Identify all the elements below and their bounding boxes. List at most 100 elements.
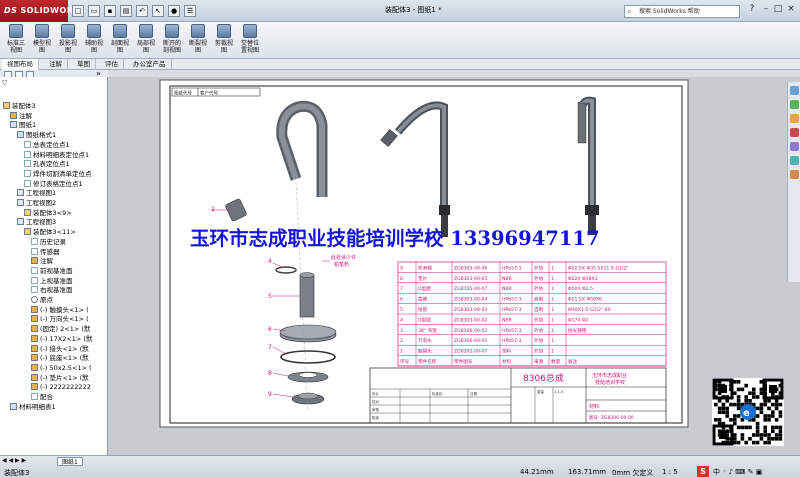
crop-view-icon [217,24,231,38]
sheet-tab[interactable]: 图纸1 [57,457,83,466]
custom-properties-icon[interactable] [790,170,799,179]
tree-item[interactable]: 图纸1 [10,120,36,130]
sheet-icon [17,131,24,139]
design-library-icon[interactable] [790,100,799,109]
select-icon[interactable]: ↖ [152,4,164,17]
appearances-icon[interactable] [790,156,799,165]
broken-out-section-button[interactable]: 断开的 剖视图 [160,24,184,57]
tree-item[interactable]: 孔表定位点1 [24,159,70,169]
help-icon[interactable]: ? [746,4,758,16]
break-view-button[interactable]: 断裂视 图 [186,24,210,57]
resources-icon[interactable] [790,86,799,95]
bom-cell: NBR [502,286,513,292]
tree-item[interactable]: 配合 [31,392,53,402]
bom-cell: HPb57-3 [502,307,522,313]
tree-item[interactable]: (固定) 2<1> (默 [31,324,90,334]
tree-item[interactable]: (-) 2222222222 [31,382,91,392]
detail-view-button[interactable]: 局部视 图 [134,24,158,57]
section-view-icon [113,24,127,38]
tree-item[interactable]: 材料明细表定位点1 [24,150,89,160]
search-task-icon[interactable] [790,128,799,137]
bom-cell: 万向头 [418,337,432,344]
tree-item-label: 焊件切割清单定位点 [33,169,92,178]
tree-item[interactable]: 总表定位点1 [24,140,70,150]
restore-icon[interactable]: □ [772,4,784,16]
bom-header-cell: 序号 [400,358,410,365]
tree-item-label: (-) 万向头<1> ( [40,315,89,324]
tree-item[interactable]: 右视基准面 [31,285,73,295]
ime-icon[interactable]: S [697,466,709,477]
tree-item[interactable]: 历史记录 [31,237,66,247]
tree-item[interactable]: 工程视图1 [17,188,56,198]
tree-item-label: 装配体3 [12,102,36,110]
print-icon[interactable]: ▤ [120,4,132,17]
bom-cell: HPb57-3 [502,328,522,334]
projected-view-button[interactable]: 投影视 图 [56,24,80,57]
tree-item[interactable]: (-) 底座<1> (默 [31,353,89,363]
tree-item[interactable]: 装配体3 [3,101,36,111]
tree-item[interactable]: 修订表格定位点1 [24,179,83,189]
tree-item-label: 孔表定位点1 [33,160,70,169]
tree-item[interactable]: 工程视图3 [17,217,56,227]
rebuild-icon[interactable]: ● [168,4,180,17]
bom-cell: 1 [551,265,554,271]
tray-icons[interactable]: 中 ◦ ♪ ⌨ ✎ ▣ [713,467,762,477]
tree-item[interactable]: 材料明细表1 [10,402,56,412]
tab-office-products[interactable]: 办公室产品 [128,59,172,70]
help-search-input[interactable]: ⌕ 搜索 SolidWorks 帮助 [624,5,740,18]
tree-item[interactable]: (-) 万向头<1> ( [31,314,89,324]
status-scale: 1 : 5 [662,468,678,476]
tree-item[interactable]: 图纸格式1 [17,130,56,140]
new-file-icon[interactable]: □ [72,4,84,17]
sheet-nav-arrows[interactable]: ◀ ◀ ▶ ▶ [2,457,26,464]
bom-cell: NBR [502,276,513,282]
balloon-9: 9 [268,391,272,398]
tree-item[interactable]: (-) 接头<1> (默 [31,344,89,354]
crop-view-button[interactable]: 剪裁视 图 [212,24,236,57]
alternate-position-view-button[interactable]: 交替位 置视图 [238,24,262,57]
tree-item-label: 右视基准面 [40,286,73,295]
save-icon[interactable]: ▪ [104,4,116,17]
standard-3-view-button[interactable]: 标准三 视图 [4,24,28,57]
document-title: 装配体3 - 图纸1 * [385,6,442,14]
tab-sketch[interactable]: 草图 [72,59,96,70]
solidworks-logo[interactable]: DS SOLIDWORKS [0,0,86,22]
auxiliary-view-button[interactable]: 辅助视 图 [82,24,106,57]
model-view-button[interactable]: 模型视 图 [30,24,54,57]
command-manager-ribbon: 标准三 视图 模型视 图 投影视 图 辅助视 图 剖面视 图 局部视 图 断开的… [0,22,800,59]
bom-cell: ZG8306-00-01 [454,338,487,344]
tree-item[interactable]: 上视基准面 [31,276,73,286]
tree-item[interactable]: 注解 [31,256,53,266]
tree-item[interactable]: (-) 17X2<1> (默 [31,334,92,344]
tree-item[interactable]: (-) 50x2.5<1> ( [31,363,92,373]
view-palette-icon[interactable] [790,142,799,151]
tree-item[interactable]: 原点 [31,295,53,305]
tree-item-label: (-) 底座<1> (默 [40,354,89,363]
tree-item[interactable]: (-) 垫片<1> (默 [31,373,89,383]
undo-icon[interactable]: ↶ [136,4,148,17]
tree-item[interactable]: 前视基准面 [31,266,73,276]
tree-item[interactable]: 注解 [10,111,32,121]
tab-annotation[interactable]: 注解 [44,59,68,70]
file-explorer-icon[interactable] [790,114,799,123]
open-file-icon[interactable]: ▭ [88,4,100,17]
filter-icon[interactable]: ▽ [2,79,7,87]
close-icon[interactable]: × [785,4,797,16]
drawing-canvas[interactable]: ⊕ ⊙ ◎ ◈ ◉ ◍ ◐ ◑ 图纸代号 客户代号: [108,77,800,455]
view-icon [17,218,24,226]
tree-item[interactable]: 装配体3<11> [24,227,76,237]
options-icon[interactable]: ☰ [184,4,196,17]
tree-item[interactable]: 焊件切割清单定位点 [24,169,92,179]
tree-item[interactable]: 装配体3<9> [24,208,72,218]
bom-cell: 7 [400,286,403,292]
section-view-button[interactable]: 剖面视 图 [108,24,132,57]
tree-item[interactable]: 传感器 [31,247,60,257]
bom-cell: 38° 弯管 [418,327,437,334]
tab-evaluate[interactable]: 评估 [100,59,124,70]
tree-item[interactable]: (-) 触摸头<1> ( [31,305,89,315]
tab-view-layout[interactable]: 视图布局 [2,59,39,70]
tree-item-label: 装配体3<9> [33,208,72,217]
tree-item[interactable]: 工程视图2 [17,198,56,208]
minimize-icon[interactable]: – [760,4,772,16]
view-icon [17,199,24,206]
